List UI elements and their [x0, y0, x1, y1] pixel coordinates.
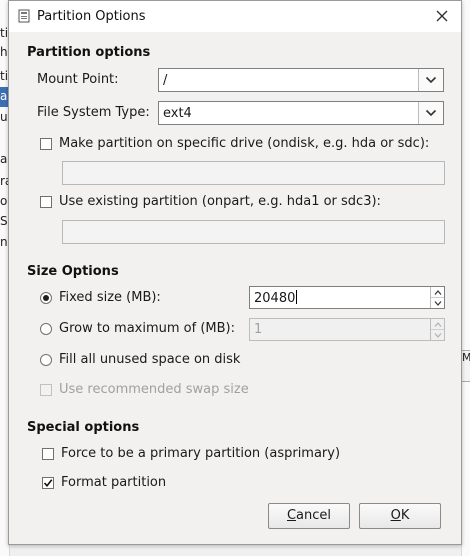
fs-type-value: ext4: [163, 106, 192, 121]
app-icon: [18, 9, 30, 23]
fs-type-combo[interactable]: ext4: [158, 101, 444, 125]
background-app-right: [461, 0, 470, 556]
size-options-heading: Size Options: [27, 264, 119, 279]
dialog-title: Partition Options: [37, 9, 146, 24]
asprimary-checkbox[interactable]: [42, 448, 54, 460]
special-options-heading: Special options: [27, 420, 140, 435]
fixed-size-radio[interactable]: [40, 292, 52, 304]
grow-to-max-label: Grow to maximum of (MB):: [59, 321, 235, 336]
grow-to-max-down-button: [431, 330, 444, 340]
ondisk-checkbox[interactable]: [40, 138, 52, 150]
partition-options-heading: Partition options: [27, 45, 151, 60]
onpart-checkbox[interactable]: [40, 196, 52, 208]
fixed-size-spinner[interactable]: 20480: [249, 286, 445, 309]
mount-point-dropdown-button[interactable]: [418, 69, 443, 91]
fs-type-dropdown-button[interactable]: [418, 102, 443, 124]
cancel-button[interactable]: Cancel: [268, 503, 350, 529]
fill-unused-radio[interactable]: [40, 354, 52, 366]
grow-to-max-up-button: [431, 319, 444, 330]
onpart-field[interactable]: [62, 220, 445, 244]
grow-to-max-value: 1: [254, 322, 263, 337]
close-icon: [436, 10, 448, 22]
partition-options-dialog: Partition Options Partition options Moun…: [8, 0, 462, 545]
text-cursor: [296, 290, 298, 304]
close-button[interactable]: [431, 5, 453, 27]
grow-to-max-radio[interactable]: [40, 323, 52, 335]
chevron-up-icon: [434, 290, 442, 295]
ondisk-label: Make partition on specific drive (ondisk…: [59, 136, 430, 151]
title-bar: Partition Options: [9, 1, 461, 32]
ok-button[interactable]: OK: [359, 503, 441, 529]
chevron-down-icon: [425, 76, 437, 84]
format-partition-label: Format partition: [61, 475, 167, 490]
fixed-size-text: 20480: [254, 291, 296, 306]
swap-size-checkbox: [40, 384, 52, 396]
ok-mnemonic: O: [390, 508, 401, 523]
cancel-label: ancel: [296, 508, 332, 523]
radio-selected-dot: [43, 295, 49, 301]
asprimary-label: Force to be a primary partition (asprima…: [61, 446, 341, 461]
fixed-size-down-button[interactable]: [431, 298, 444, 308]
grow-to-max-stepper: [430, 319, 444, 340]
checkmark-icon: [43, 479, 53, 488]
cancel-mnemonic: C: [286, 508, 297, 523]
fixed-size-stepper[interactable]: [430, 287, 444, 308]
swap-size-label: Use recommended swap size: [59, 382, 249, 397]
ondisk-field[interactable]: [62, 161, 445, 185]
fill-unused-label: Fill all unused space on disk: [59, 352, 241, 367]
ok-label: K: [400, 508, 410, 523]
format-partition-checkbox[interactable]: [42, 477, 54, 489]
fixed-size-up-button[interactable]: [431, 287, 444, 298]
fixed-size-value[interactable]: 20480: [254, 290, 298, 306]
chevron-down-icon: [425, 109, 437, 117]
onpart-label: Use existing partition (onpart, e.g. hda…: [59, 194, 381, 209]
mount-point-label: Mount Point:: [37, 72, 119, 87]
chevron-up-icon: [434, 322, 442, 327]
fs-type-label: File System Type:: [37, 105, 150, 120]
mount-point-combo[interactable]: /: [158, 68, 444, 92]
chevron-down-icon: [434, 301, 442, 306]
chevron-down-icon: [434, 333, 442, 338]
mount-point-value[interactable]: /: [163, 73, 167, 88]
fixed-size-label: Fixed size (MB):: [59, 290, 161, 305]
background-button: M: [461, 350, 470, 382]
grow-to-max-spinner: 1: [249, 318, 445, 341]
